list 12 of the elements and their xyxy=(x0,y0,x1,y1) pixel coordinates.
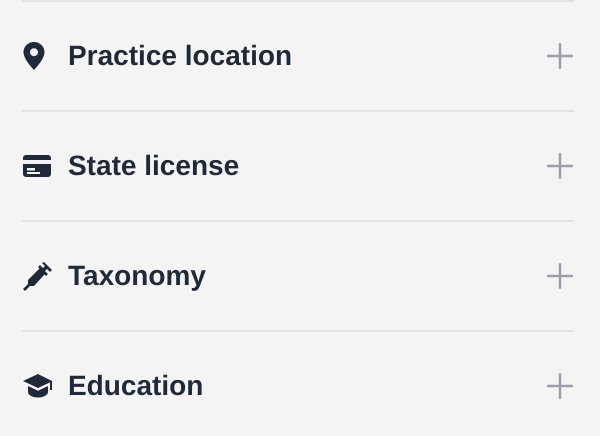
section-title: Practice location xyxy=(68,40,294,72)
expand-button[interactable] xyxy=(545,151,575,181)
graduation-cap-icon xyxy=(22,373,54,399)
section-title: State license xyxy=(68,150,240,182)
expand-button[interactable] xyxy=(545,261,575,291)
expand-button[interactable] xyxy=(545,41,575,71)
section-title: Taxonomy xyxy=(68,260,207,292)
expand-button[interactable] xyxy=(545,371,575,401)
map-pin-icon xyxy=(22,41,46,71)
card-icon xyxy=(22,154,52,178)
section-title: Education xyxy=(68,370,204,402)
syringe-icon xyxy=(22,260,54,292)
